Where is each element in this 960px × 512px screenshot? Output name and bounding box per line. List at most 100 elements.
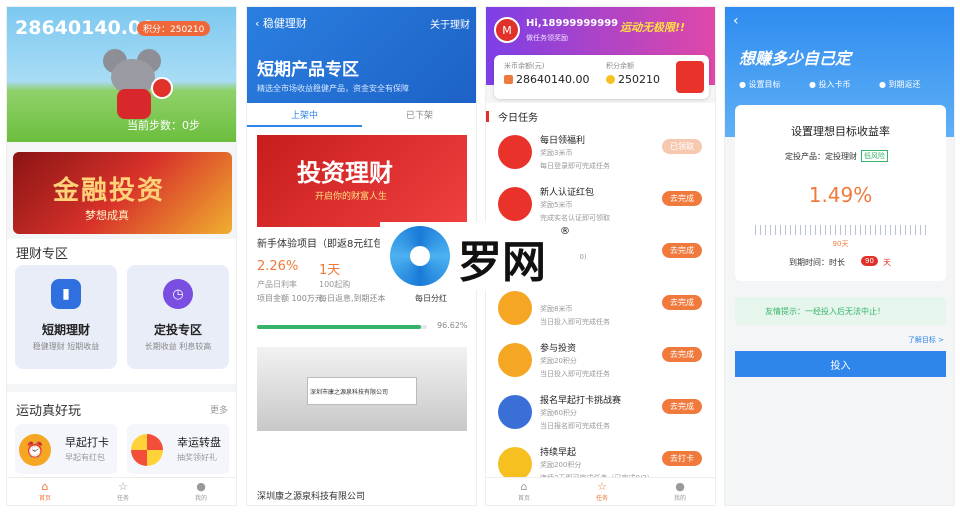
- tab-label: 首页: [38, 495, 51, 502]
- greeting-sub: 做任务领奖励: [526, 34, 568, 42]
- ruler-value: 90天: [832, 240, 849, 248]
- product-banner[interactable]: 投资理财 开启你的财富人生: [257, 135, 467, 227]
- tab-label: 任务: [595, 495, 608, 502]
- task-title: 持续早起: [540, 448, 577, 458]
- watermark-text: 罗网: [458, 237, 546, 288]
- step-2: ● 投入卡币: [809, 80, 851, 89]
- task-action-button[interactable]: 去完成: [662, 243, 702, 258]
- task-action-button[interactable]: 去打卡: [662, 451, 702, 466]
- header-title: 短期产品专区: [257, 60, 359, 80]
- hero-banner: 28640140.00 积分：250210 当前步数：0步: [7, 7, 236, 142]
- section-title: 运动真好玩: [16, 404, 82, 419]
- goal-card: 设置理想目标收益率 定投产品：定投理财 低风险 1.49% 90天 到期时间：时…: [735, 105, 946, 281]
- wheel-icon: [131, 434, 163, 466]
- tab-profile[interactable]: ● 我的: [183, 480, 219, 502]
- task-reward: 奖励5米币: [540, 201, 573, 209]
- task-icon: [498, 291, 532, 325]
- task-icon: [498, 395, 532, 429]
- points-label: 积分余额: [606, 62, 634, 70]
- tab-tasks[interactable]: ☆ 任务: [584, 480, 620, 502]
- short-term-card[interactable]: ▮ 短期理财 稳健理财 短期收益: [15, 265, 117, 369]
- card-title: 定投专区: [153, 323, 202, 337]
- tab-home[interactable]: ⌂ 首页: [27, 480, 63, 502]
- task-action-button[interactable]: 去完成: [662, 347, 702, 362]
- tab-profile[interactable]: ● 我的: [662, 480, 698, 502]
- amount-label: 项目金额 100万元: [257, 294, 323, 303]
- product-label: 定投产品：定投理财: [785, 152, 857, 161]
- about-link[interactable]: 关于理财: [430, 16, 470, 31]
- task-reward: 奖励20积分: [540, 357, 577, 365]
- balance-amount: 28640140.00: [15, 17, 155, 39]
- task-reward: 奖励200积分: [540, 461, 582, 469]
- points-icon: [606, 75, 615, 84]
- slogan: 运动无极限!!: [620, 21, 686, 34]
- more-link[interactable]: 更多: [210, 403, 228, 416]
- rate-value: 2.26%: [257, 259, 299, 274]
- points-value: 250210: [618, 73, 660, 86]
- lucky-wheel-card[interactable]: 幸运转盘 抽奖领好礼: [127, 424, 229, 474]
- bottom-tab-bar: ⌂ 首页 ☆ 任务 ● 我的: [486, 477, 715, 505]
- due-unit: 天: [883, 258, 891, 267]
- task-row: 参与投资 奖励20积分 当日投入即可完成任务 去完成: [486, 337, 715, 387]
- gift-icon[interactable]: [676, 61, 704, 93]
- step-1: ● 设置目标: [739, 80, 781, 89]
- fixed-invest-card[interactable]: ◷ 定投专区 长期收益 利息较高: [127, 265, 229, 369]
- home-screen: 28640140.00 积分：250210 当前步数：0步 金融投资 梦想成真 …: [6, 6, 237, 506]
- invest-button[interactable]: 投入: [735, 351, 946, 377]
- game-title: 幸运转盘: [177, 436, 221, 449]
- morning-checkin-card[interactable]: ⏰ 早起打卡 早起有红包: [15, 424, 117, 474]
- task-title: 每日领福利: [540, 136, 586, 146]
- tab-home[interactable]: ⌂ 首页: [506, 480, 542, 502]
- tab-off-shelf[interactable]: 已下架: [362, 108, 476, 121]
- bottom-tab-bar: ⌂ 首页 ☆ 任务 ● 我的: [7, 477, 236, 505]
- task-icon: [498, 447, 532, 481]
- banner-sub: 开启你的财富人生: [315, 192, 388, 202]
- days-value: 1天: [319, 263, 341, 278]
- rate-label: 产品日利率: [257, 280, 297, 289]
- mascot-image: [99, 49, 173, 121]
- company-name: 深圳康之源泉科技有限公司: [257, 492, 366, 502]
- task-reward: 奖励3米币: [540, 149, 573, 157]
- section-title: 理财专区: [16, 247, 69, 262]
- progress-text: 96.62%: [437, 321, 468, 330]
- promo-title: 金融投资: [53, 176, 166, 206]
- coin-value: 28640140.00: [516, 73, 590, 86]
- task-action-button[interactable]: 去完成: [662, 295, 702, 310]
- star-icon: ☆: [597, 480, 607, 493]
- progress-bar: [257, 325, 427, 329]
- company-sign: 深圳市康之源泉科技有限公司: [307, 377, 417, 405]
- card-title: 短期理财: [41, 323, 90, 337]
- game-sub: 抽奖领好礼: [177, 453, 217, 462]
- card-sub: 长期收益 利息较高: [144, 342, 212, 351]
- coin-label: 米币余额(元): [504, 62, 545, 70]
- company-photo: 深圳市康之源泉科技有限公司: [257, 347, 467, 431]
- back-button[interactable]: ‹: [733, 13, 739, 29]
- promo-banner[interactable]: 金融投资 梦想成真: [13, 152, 232, 234]
- step-count: 当前步数：0步: [127, 119, 200, 132]
- star-icon: ☆: [118, 480, 128, 493]
- home-icon: ⌂: [41, 480, 49, 493]
- day-ruler[interactable]: [755, 225, 926, 235]
- alarm-clock-icon: ⏰: [19, 434, 51, 466]
- task-icon: [498, 135, 532, 169]
- back-button[interactable]: ‹ 稳健理财: [255, 15, 307, 31]
- task-action-button[interactable]: 已领取: [662, 139, 702, 154]
- task-list: 今日任务 每日领福利 奖励3米币 每日登录即可完成任务 已领取 新人认证红包 奖…: [486, 103, 715, 505]
- coin-icon: [504, 75, 513, 84]
- tab-label: 我的: [194, 495, 207, 502]
- task-reward: 奖励8米币: [540, 305, 573, 313]
- task-action-button[interactable]: 去完成: [662, 399, 702, 414]
- watermark-mark: ®: [560, 226, 570, 237]
- task-title: 新人认证红包: [540, 188, 595, 198]
- avatar[interactable]: M: [494, 17, 520, 43]
- rules-link[interactable]: 了解目标 >: [908, 335, 944, 345]
- watermark-logo-icon: [390, 226, 450, 286]
- task-action-button[interactable]: 去完成: [662, 191, 702, 206]
- product-title[interactable]: 新手体验项目（即返8元红包: [257, 235, 383, 250]
- task-row: 奖励8米币 当日投入即可完成任务 去完成: [486, 285, 715, 335]
- tab-tasks[interactable]: ☆ 任务: [105, 480, 141, 502]
- due-days: 90: [861, 256, 878, 266]
- risk-badge: 低风险: [861, 150, 888, 162]
- tab-on-shelf[interactable]: 上架中: [247, 108, 362, 121]
- due-label: 到期时间：时长: [789, 258, 845, 267]
